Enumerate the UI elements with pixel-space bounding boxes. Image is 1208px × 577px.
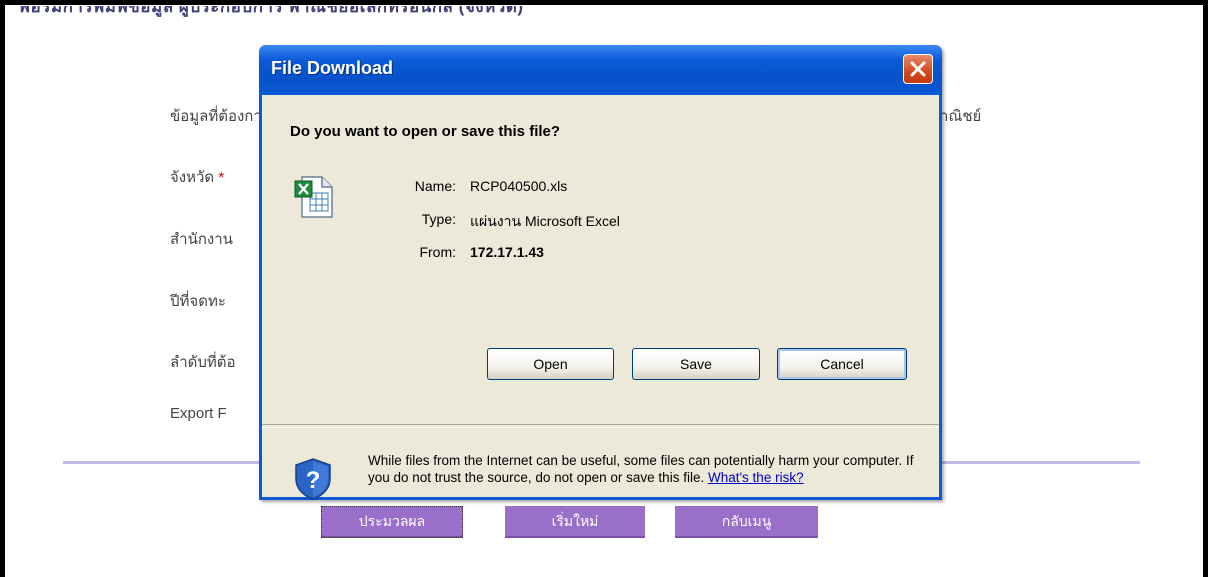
process-button[interactable]: ประมวลผล	[321, 506, 463, 538]
dialog-question: Do you want to open or save this file?	[290, 123, 561, 140]
dialog-body: Do you want to open or save this file? N…	[262, 95, 939, 500]
close-button[interactable]	[903, 54, 933, 84]
open-button[interactable]: Open	[487, 348, 614, 380]
file-name-value: RCP040500.xls	[470, 178, 568, 194]
whats-the-risk-link[interactable]: What's the risk?	[708, 470, 804, 485]
file-download-dialog: File Download Do you want to open or sav…	[259, 45, 942, 500]
back-to-menu-button[interactable]: กลับเมนู	[675, 506, 818, 538]
browser-page: ฟอร์มการพิมพ์ข้อมูล ผู้ประกอบการ พาณิชย์…	[0, 0, 1208, 577]
svg-text:?: ?	[306, 467, 321, 494]
frame-border-left	[0, 0, 5, 577]
label-office: สำนักงาน	[170, 231, 233, 248]
label-commerce-suffix: าณิชย์	[940, 108, 982, 125]
save-button[interactable]: Save	[632, 348, 760, 380]
excel-file-icon	[294, 176, 333, 218]
label-year: ปีที่จดทะ	[170, 293, 226, 310]
name-label: Name:	[414, 178, 456, 194]
frame-border-right	[1203, 0, 1208, 577]
required-marker: *	[218, 169, 225, 186]
dialog-title: File Download	[271, 58, 394, 78]
close-icon	[910, 61, 926, 77]
cancel-button[interactable]: Cancel	[777, 348, 907, 380]
page-heading: ฟอร์มการพิมพ์ข้อมูล ผู้ประกอบการ พาณิชย์…	[18, 6, 524, 16]
dialog-separator	[262, 424, 939, 428]
shield-question-icon: ?	[295, 458, 331, 500]
restart-button[interactable]: เริ่มใหม่	[505, 506, 645, 538]
file-source-value: 172.17.1.43	[470, 244, 544, 260]
label-export: Export F	[170, 405, 227, 422]
frame-border-top	[0, 0, 1208, 5]
file-type-value: แผ่นงาน Microsoft Excel	[470, 213, 620, 229]
label-sequence: ลำดับที่ต้อ	[170, 354, 236, 371]
type-label: Type:	[421, 211, 456, 227]
from-label: From:	[419, 244, 456, 260]
dialog-titlebar[interactable]: File Download	[259, 45, 942, 95]
label-data-source: ข้อมูลที่ต้องการ	[170, 108, 270, 125]
label-province: จังหวัด *	[170, 169, 225, 186]
security-warning: While files from the Internet can be use…	[368, 453, 914, 485]
